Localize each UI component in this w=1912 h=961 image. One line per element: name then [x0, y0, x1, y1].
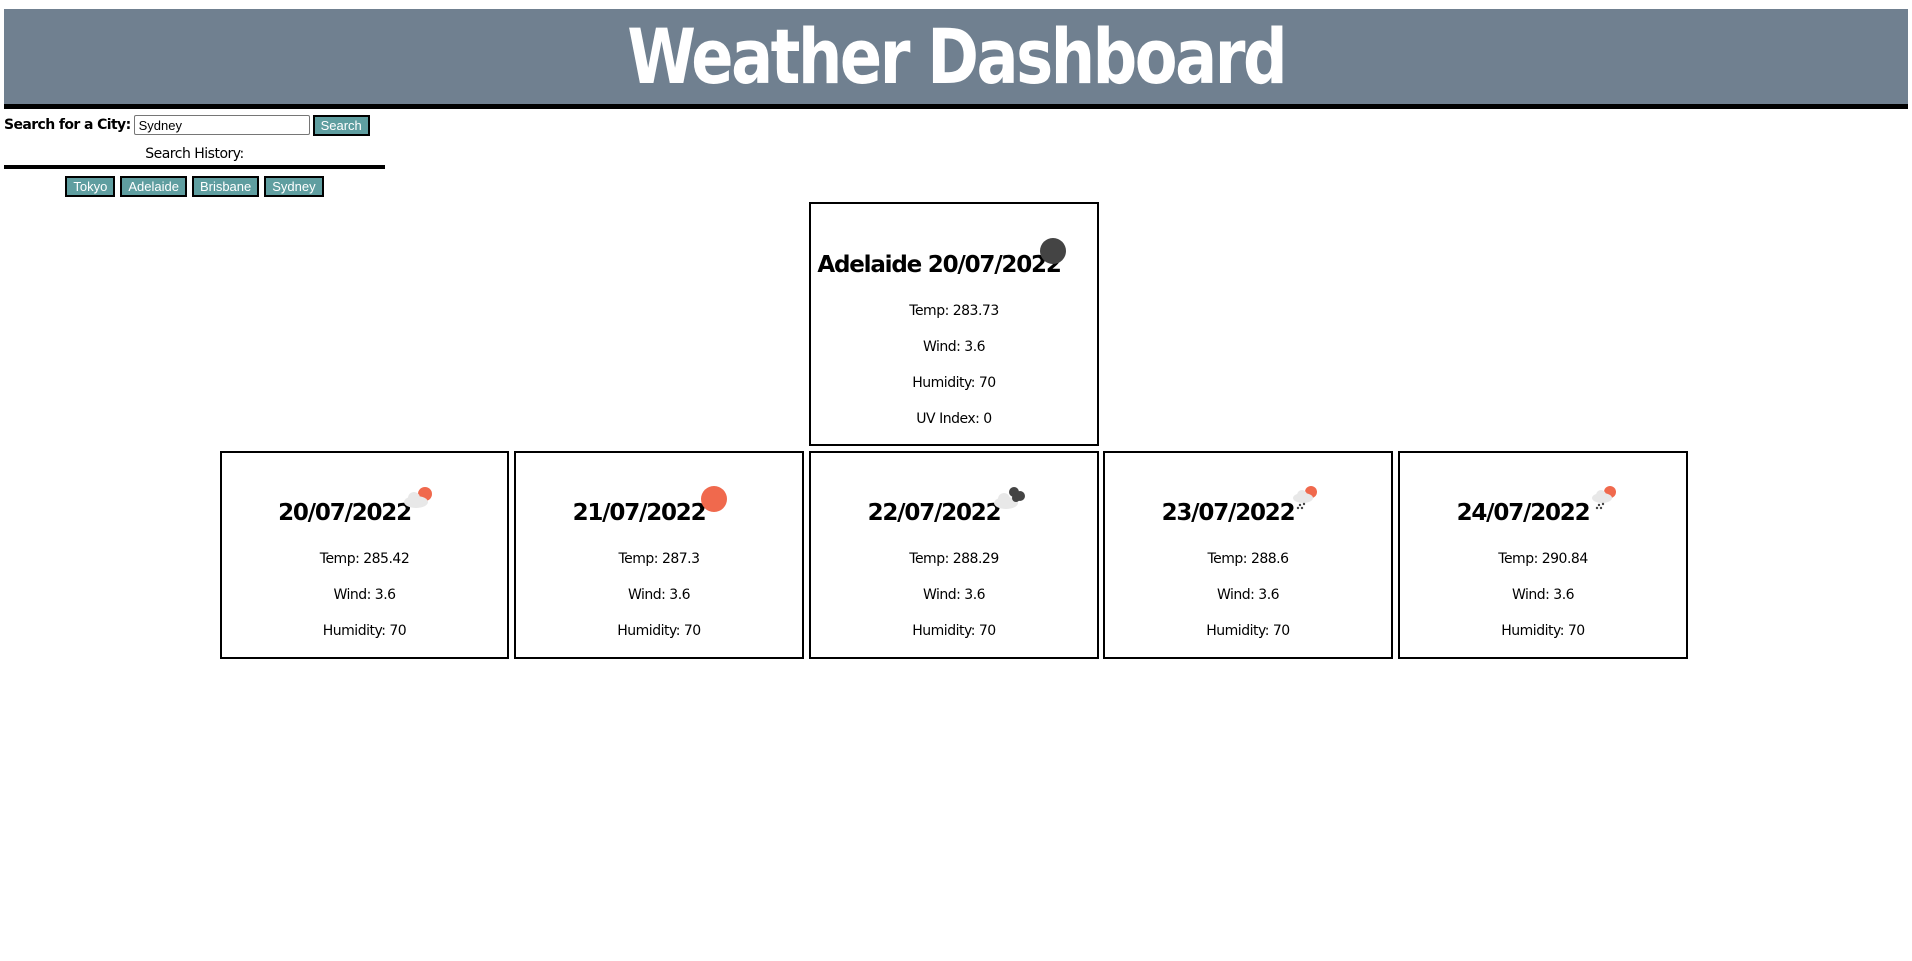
history-button-tokyo[interactable]: Tokyo [65, 176, 116, 197]
forecast-temp: Temp: 287.3 [618, 551, 700, 567]
forecast-wind: Wind: 3.6 [922, 587, 986, 603]
forecast-temp: Temp: 288.6 [1207, 551, 1289, 567]
search-button[interactable]: Search [312, 114, 370, 136]
cloud-sun-rain-icon [1293, 486, 1317, 510]
current-wind: Wind: 3.6 [922, 339, 986, 355]
forecast-humidity: Humidity: 70 [322, 623, 407, 639]
forecast-card-3: 22/07/2022 Temp: 288.29 Wind: 3.6 Humidi… [809, 451, 1099, 659]
history-divider [4, 165, 385, 169]
dark-circle-icon [1040, 238, 1066, 264]
forecast-temp: Temp: 290.84 [1498, 551, 1588, 567]
history-button-adelaide[interactable]: Adelaide [120, 176, 187, 197]
search-history-title: Search History: [145, 146, 244, 162]
search-history-list: Tokyo Adelaide Brisbane Sydney [4, 176, 385, 197]
forecast-card-1: 20/07/2022 Temp: 285.42 Wind: 3.6 Humidi… [220, 451, 509, 659]
sun-icon [701, 486, 727, 512]
forecast-date-heading: 22/07/2022 [811, 500, 1097, 526]
forecast-date: 20/07/2022 [278, 500, 412, 526]
history-button-sydney[interactable]: Sydney [264, 176, 324, 197]
cloud-sun-icon [404, 487, 432, 508]
forecast-date: 22/07/2022 [867, 500, 1002, 526]
forecast-card-4: 23/07/2022 Temp: 288.6 Wind: 3.6 Humidit… [1103, 451, 1393, 659]
forecast-card-2: 21/07/2022 Temp: 287.3 Wind: 3.6 Humidit… [514, 451, 804, 659]
forecast-humidity: Humidity: 70 [617, 623, 701, 639]
forecast-date: 21/07/2022 [572, 500, 707, 526]
dark-clouds-icon [994, 487, 1025, 509]
forecast-humidity: Humidity: 70 [1206, 623, 1290, 639]
forecast-temp: Temp: 288.29 [909, 551, 999, 567]
forecast-date-heading: 24/07/2022 [1400, 500, 1686, 526]
search-row: Search for a City: Search [4, 114, 370, 136]
forecast-date-heading: 21/07/2022 [516, 500, 802, 526]
current-temp: Temp: 283.73 [909, 303, 999, 319]
forecast-wind: Wind: 3.6 [1216, 587, 1280, 603]
cloud-sun-rain-icon [1592, 486, 1616, 510]
forecast-humidity: Humidity: 70 [912, 623, 996, 639]
page-title: Weather Dashboard [627, 12, 1287, 101]
header-banner: Weather Dashboard [4, 9, 1908, 109]
forecast-humidity: Humidity: 70 [1501, 623, 1585, 639]
current-weather-card: Adelaide 20/07/2022 Temp: 283.73 Wind: 3… [809, 202, 1099, 446]
current-uv-index: UV Index: 0 [916, 411, 992, 427]
forecast-wind: Wind: 3.6 [627, 587, 691, 603]
forecast-wind: Wind: 3.6 [333, 587, 396, 603]
current-humidity: Humidity: 70 [912, 375, 996, 391]
forecast-card-5: 24/07/2022 Temp: 290.84 Wind: 3.6 Humidi… [1398, 451, 1688, 659]
forecast-temp: Temp: 285.42 [319, 551, 410, 567]
forecast-wind: Wind: 3.6 [1511, 587, 1575, 603]
current-weather-title: Adelaide 20/07/2022 [817, 252, 1061, 278]
search-input[interactable] [133, 115, 310, 135]
forecast-date: 23/07/2022 [1161, 500, 1296, 526]
search-label: Search for a City: [4, 117, 131, 133]
history-button-brisbane[interactable]: Brisbane [191, 176, 260, 197]
forecast-date-heading: 20/07/2022 [222, 500, 507, 526]
forecast-date: 24/07/2022 [1456, 500, 1591, 526]
forecast-date-heading: 23/07/2022 [1105, 500, 1391, 526]
